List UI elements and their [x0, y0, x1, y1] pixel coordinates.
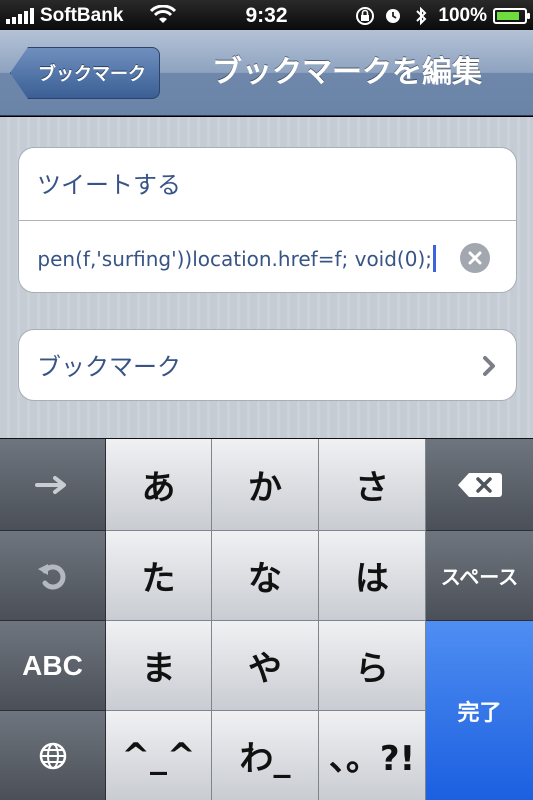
globe-key[interactable]	[0, 711, 106, 800]
back-button[interactable]: ブックマーク	[10, 47, 160, 99]
key-ma[interactable]: ま	[106, 621, 212, 711]
page-title: ブックマークを編集	[212, 55, 482, 90]
key-ta[interactable]: た	[106, 531, 212, 621]
navigation-bar: ブックマーク ブックマークを編集	[0, 30, 533, 116]
arrow-right-icon	[34, 475, 66, 494]
japanese-kana-keyboard: あ か さ た な は スペース ABC ま や ら 完了 ^_^ わ_ 、。?…	[0, 438, 533, 800]
backspace-icon	[457, 472, 502, 497]
alarm-clock-icon	[386, 9, 401, 23]
folder-row-label: ブックマーク	[37, 353, 181, 381]
delete-key[interactable]	[426, 439, 533, 531]
bluetooth-icon	[416, 6, 427, 26]
battery-percent: 100%	[438, 5, 487, 26]
folder-row[interactable]: ブックマーク	[18, 329, 517, 401]
key-emoticon[interactable]: ^_^	[106, 711, 212, 800]
rotation-lock-icon	[356, 7, 375, 25]
battery-level	[497, 12, 519, 20]
battery-icon	[493, 8, 530, 24]
url-field-text-area: open(f,'surfing'))location.href=f; void(…	[37, 221, 436, 292]
key-na[interactable]: な	[212, 531, 319, 621]
key-ya[interactable]: や	[212, 621, 319, 711]
done-key[interactable]: 完了	[426, 621, 533, 800]
key-ka[interactable]: か	[212, 439, 319, 531]
clear-text-button[interactable]	[460, 243, 490, 273]
title-field-value: ツイートする	[37, 171, 181, 199]
chevron-right-icon	[483, 356, 495, 376]
edit-bookmark-form: ツイートする open(f,'surfing'))location.href=f…	[0, 117, 533, 438]
title-field[interactable]: ツイートする	[19, 148, 516, 220]
key-punctuation[interactable]: 、。?!	[319, 711, 426, 800]
key-ha[interactable]: は	[319, 531, 426, 621]
key-ra[interactable]: ら	[319, 621, 426, 711]
key-a[interactable]: あ	[106, 439, 212, 531]
clear-x-icon	[468, 251, 482, 265]
key-sa[interactable]: さ	[319, 439, 426, 531]
key-wa[interactable]: わ_	[212, 711, 319, 800]
url-field[interactable]: open(f,'surfing'))location.href=f; void(…	[19, 220, 516, 292]
undo-icon	[37, 563, 65, 589]
globe-icon	[39, 742, 66, 769]
text-cursor	[433, 245, 436, 272]
next-key[interactable]	[0, 439, 106, 531]
abc-key[interactable]: ABC	[0, 621, 106, 711]
status-bar: SoftBank 9:32 100%	[0, 0, 533, 30]
url-field-value: open(f,'surfing'))location.href=f; void(…	[37, 247, 432, 271]
undo-key[interactable]	[0, 531, 106, 621]
space-key[interactable]: スペース	[426, 531, 533, 621]
bookmark-fields-group: ツイートする open(f,'surfing'))location.href=f…	[18, 147, 517, 293]
